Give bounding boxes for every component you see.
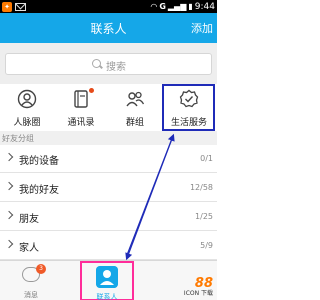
annotation-arrows (125, 133, 175, 261)
arrow-down-to-tab (125, 135, 174, 261)
